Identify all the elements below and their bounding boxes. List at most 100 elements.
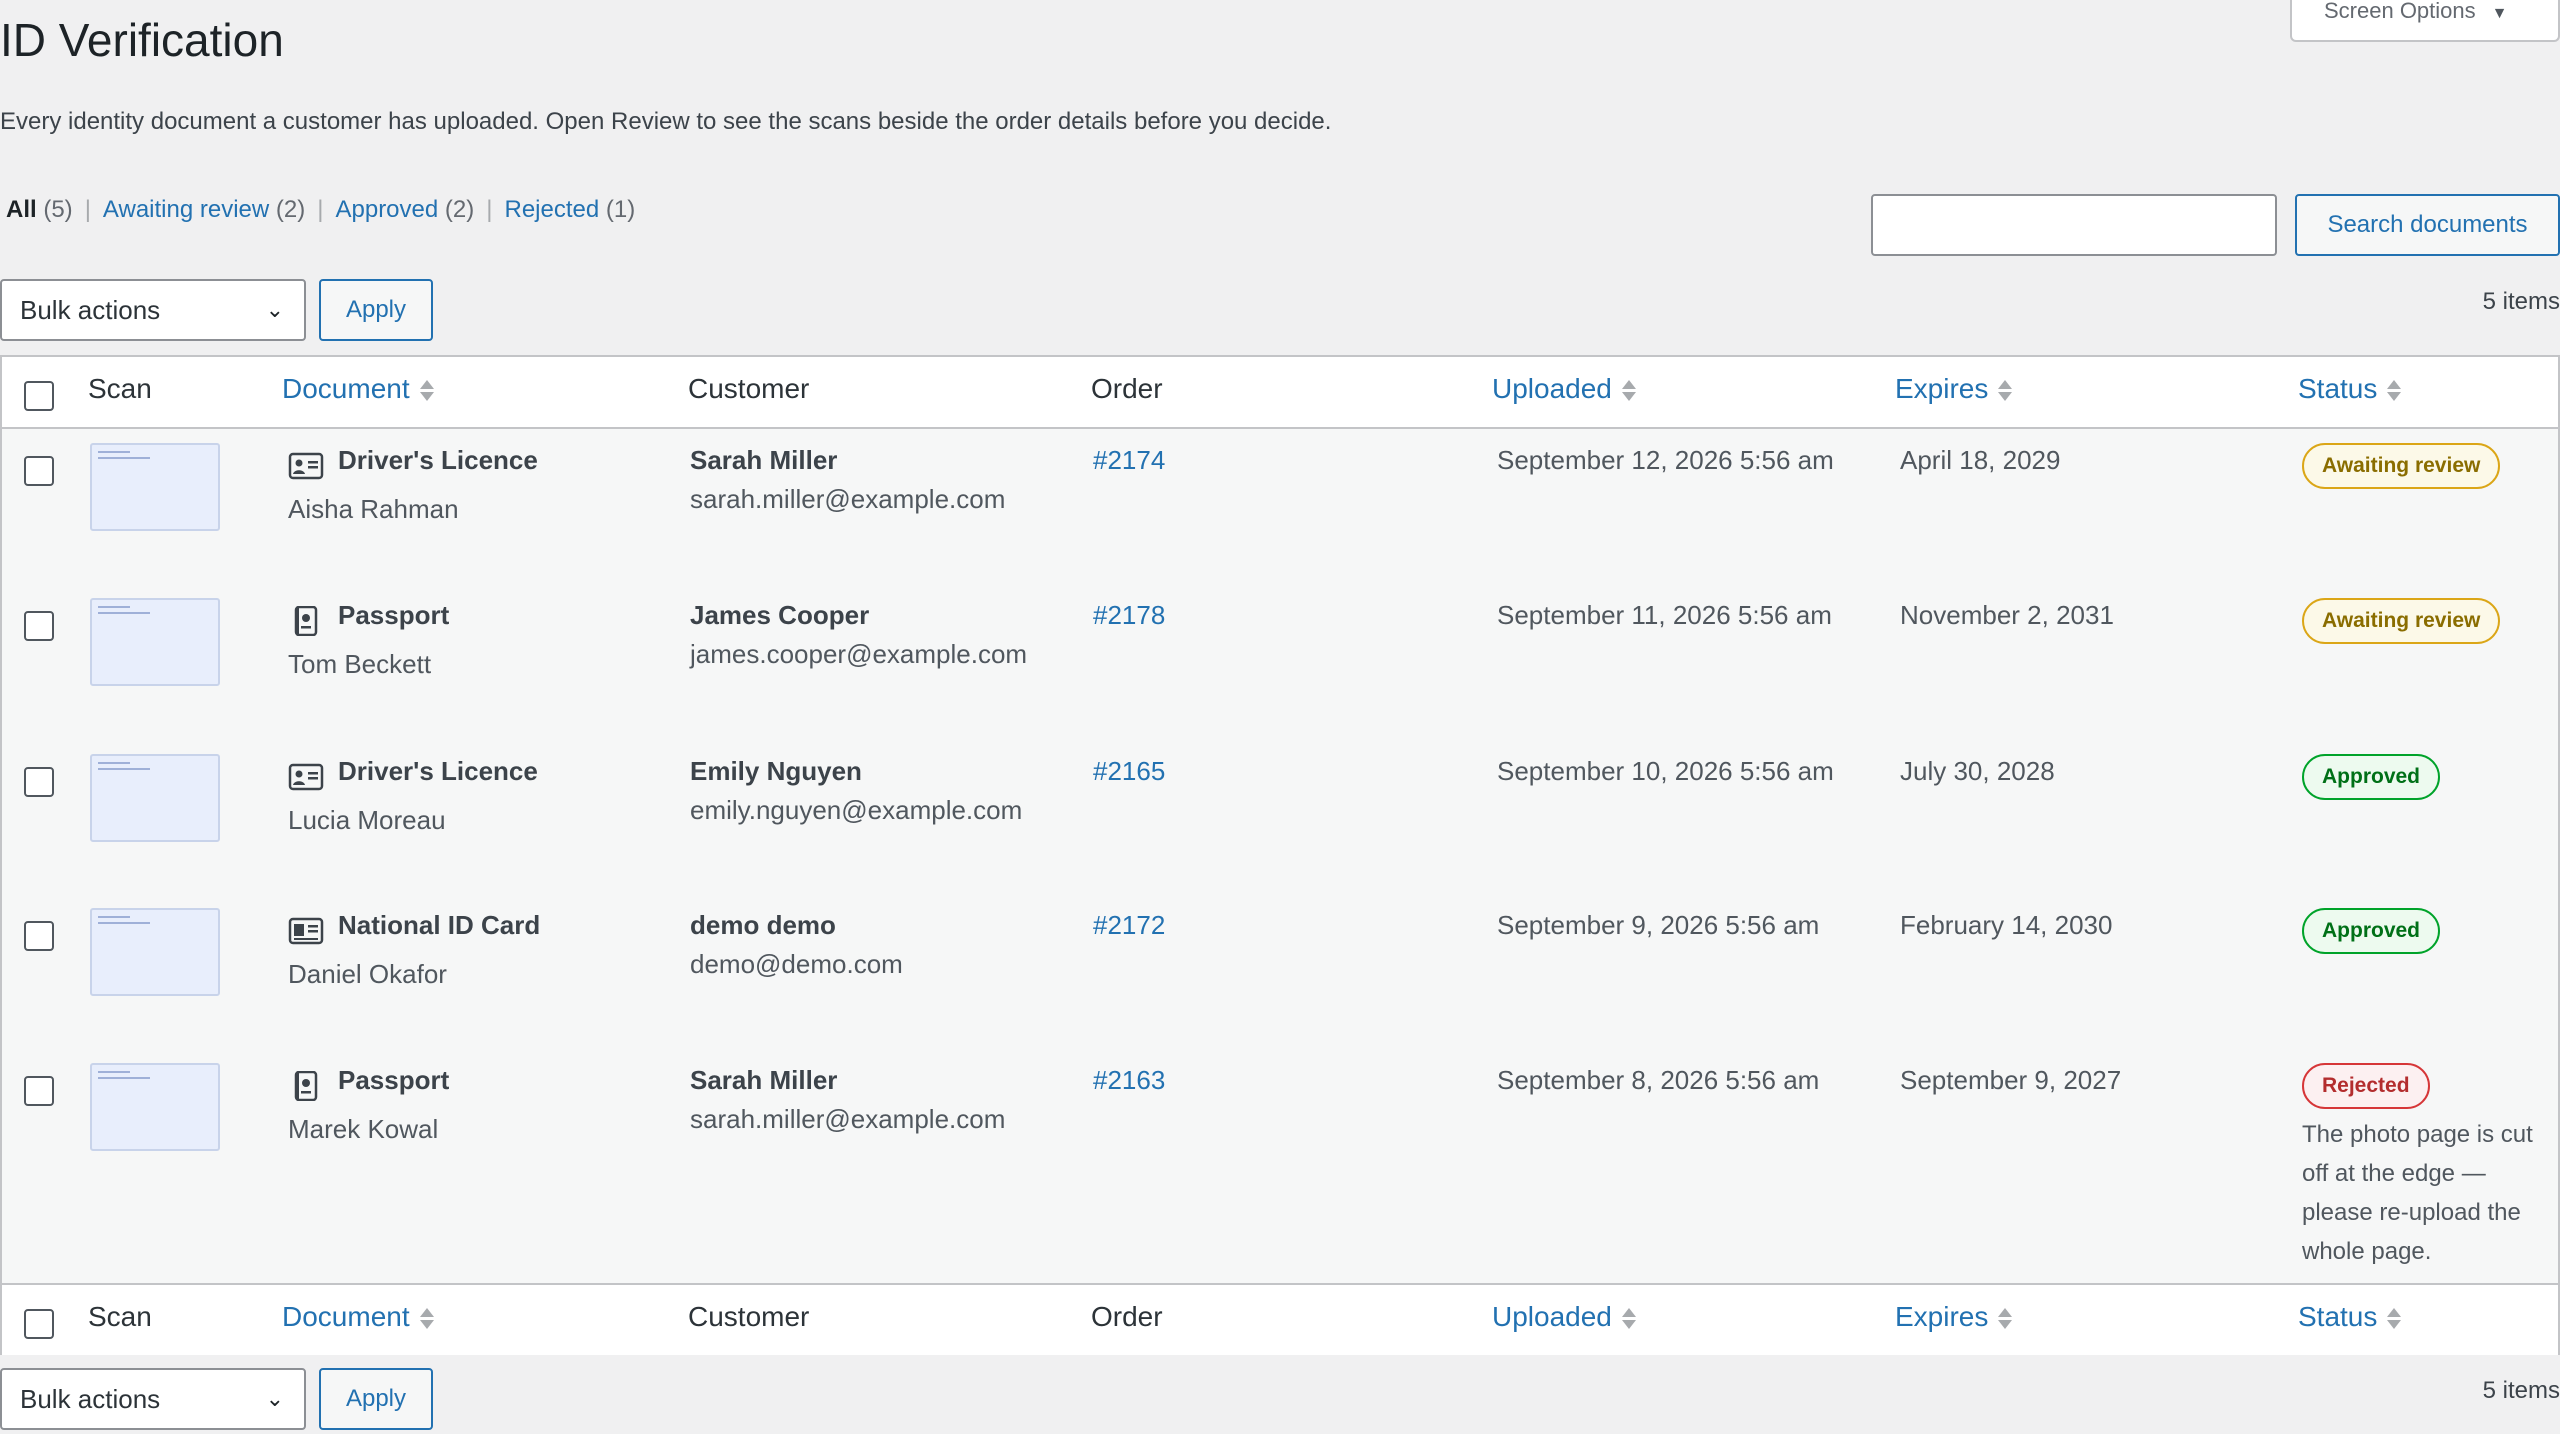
search-input[interactable]: [1871, 194, 2277, 256]
document-type: Driver's Licence: [338, 445, 538, 475]
bulk-actions-label: Bulk actions: [20, 295, 161, 325]
customer-name: Emily Nguyen: [690, 756, 862, 786]
filter-separator: |: [486, 196, 493, 223]
order-link[interactable]: #2178: [1093, 600, 1165, 631]
document-holder: Daniel Okafor: [288, 959, 447, 989]
document-holder: Tom Beckett: [288, 649, 432, 679]
caret-down-icon: ▼: [2491, 5, 2508, 22]
customer-email: sarah.miller@example.com: [690, 484, 1006, 514]
customer-name: James Cooper: [690, 600, 870, 630]
search-documents-button[interactable]: Search documents: [2295, 194, 2560, 256]
sort-icon: [419, 380, 434, 402]
column-document[interactable]: Document: [282, 1301, 434, 1333]
uploaded-date: September 11, 2026 5:56 am: [1497, 600, 1832, 630]
chevron-down-icon: ⌄: [265, 297, 284, 322]
items-count-top: 5 items: [2482, 288, 2560, 315]
id-card-icon: [288, 451, 324, 481]
expiry-date: September 9, 2027: [1900, 1065, 2122, 1095]
row-checkbox[interactable]: [24, 921, 54, 951]
filter-all[interactable]: All (5): [6, 196, 73, 223]
row-checkbox[interactable]: [24, 611, 54, 641]
column-uploaded[interactable]: Uploaded: [1492, 373, 1636, 405]
documents-table: Scan Document Customer Order Uploaded Ex…: [0, 355, 2560, 1355]
order-link[interactable]: #2172: [1093, 910, 1165, 941]
order-link[interactable]: #2165: [1093, 756, 1165, 787]
national-id-icon: [288, 916, 324, 946]
customer-email: emily.nguyen@example.com: [690, 795, 1023, 825]
uploaded-date: September 12, 2026 5:56 am: [1497, 445, 1834, 475]
customer-email: james.cooper@example.com: [690, 639, 1028, 669]
items-count-bottom: 5 items: [2482, 1377, 2560, 1404]
bulk-actions-select-top[interactable]: Bulk actions ⌄: [0, 279, 306, 341]
row-checkbox[interactable]: [24, 456, 54, 486]
passport-icon: [288, 1070, 324, 1102]
column-customer: Customer: [688, 1301, 810, 1332]
screen-options-button[interactable]: Screen Options ▼: [2290, 0, 2560, 42]
column-order: Order: [1091, 1301, 1163, 1332]
scan-thumbnail[interactable]: [90, 598, 220, 686]
status-badge: Awaiting review: [2302, 443, 2501, 489]
table-footer: Scan Document Customer Order Uploaded Ex…: [2, 1283, 2558, 1355]
page-description: Every identity document a customer has u…: [0, 108, 1332, 135]
apply-button-bottom[interactable]: Apply: [319, 1368, 433, 1430]
column-scan: Scan: [88, 1301, 152, 1332]
filter-rejected[interactable]: Rejected (1): [504, 196, 635, 223]
sort-icon: [2387, 380, 2402, 402]
filter-awaiting-review[interactable]: Awaiting review (2): [103, 196, 305, 223]
customer-name: demo demo: [690, 910, 836, 940]
expiry-date: April 18, 2029: [1900, 445, 2061, 475]
bulk-actions-select-bottom[interactable]: Bulk actions ⌄: [0, 1368, 306, 1430]
uploaded-date: September 8, 2026 5:56 am: [1497, 1065, 1820, 1095]
status-filters: All (5) | Awaiting review (2) | Approved (2)…: [6, 196, 635, 224]
table-header: Scan Document Customer Order Uploaded Ex…: [2, 357, 2558, 429]
scan-thumbnail[interactable]: [90, 443, 220, 531]
sort-icon: [1621, 1308, 1636, 1330]
status-badge: Approved: [2302, 754, 2441, 800]
column-expires[interactable]: Expires: [1895, 373, 2013, 405]
sort-icon: [419, 1308, 434, 1330]
column-uploaded[interactable]: Uploaded: [1492, 1301, 1636, 1333]
column-expires[interactable]: Expires: [1895, 1301, 2013, 1333]
sort-icon: [1621, 380, 1636, 402]
filter-separator: |: [317, 196, 324, 223]
scan-thumbnail[interactable]: [90, 754, 220, 842]
document-type: National ID Card: [338, 910, 541, 940]
id-card-icon: [288, 762, 324, 792]
column-order: Order: [1091, 373, 1163, 404]
status-badge: Approved: [2302, 908, 2441, 954]
document-type: Passport: [338, 1065, 450, 1095]
filter-separator: |: [84, 196, 91, 223]
apply-button-top[interactable]: Apply: [319, 279, 433, 341]
column-status[interactable]: Status: [2298, 373, 2402, 405]
scan-thumbnail[interactable]: [90, 1063, 220, 1151]
expiry-date: February 14, 2030: [1900, 910, 2113, 940]
customer-name: Sarah Miller: [690, 1065, 838, 1095]
scan-thumbnail[interactable]: [90, 908, 220, 996]
uploaded-date: September 10, 2026 5:56 am: [1497, 756, 1834, 786]
table-body: Driver's Licence Aisha Rahman Sarah Miller…: [2, 429, 2558, 1283]
column-scan: Scan: [88, 373, 152, 404]
page-title: ID Verification: [0, 14, 284, 66]
select-all-checkbox-footer[interactable]: [24, 1309, 54, 1339]
uploaded-date: September 9, 2026 5:56 am: [1497, 910, 1820, 940]
order-link[interactable]: #2174: [1093, 445, 1165, 476]
document-holder: Lucia Moreau: [288, 805, 446, 835]
filter-approved[interactable]: Approved (2): [335, 196, 474, 223]
document-holder: Marek Kowal: [288, 1114, 439, 1144]
customer-email: demo@demo.com: [690, 949, 903, 979]
sort-icon: [1998, 1308, 2013, 1330]
status-badge: Rejected: [2302, 1063, 2430, 1109]
document-type: Passport: [338, 600, 450, 630]
row-checkbox[interactable]: [24, 1076, 54, 1106]
customer-email: sarah.miller@example.com: [690, 1104, 1006, 1134]
document-holder: Aisha Rahman: [288, 494, 459, 524]
column-status[interactable]: Status: [2298, 1301, 2402, 1333]
select-all-checkbox[interactable]: [24, 381, 54, 411]
order-link[interactable]: #2163: [1093, 1065, 1165, 1096]
column-document[interactable]: Document: [282, 373, 434, 405]
row-checkbox[interactable]: [24, 767, 54, 797]
rejection-note: The photo page is cut off at the edge — …: [2302, 1121, 2533, 1265]
expiry-date: November 2, 2031: [1900, 600, 2114, 630]
sort-icon: [1998, 380, 2013, 402]
chevron-down-icon: ⌄: [265, 1386, 284, 1411]
